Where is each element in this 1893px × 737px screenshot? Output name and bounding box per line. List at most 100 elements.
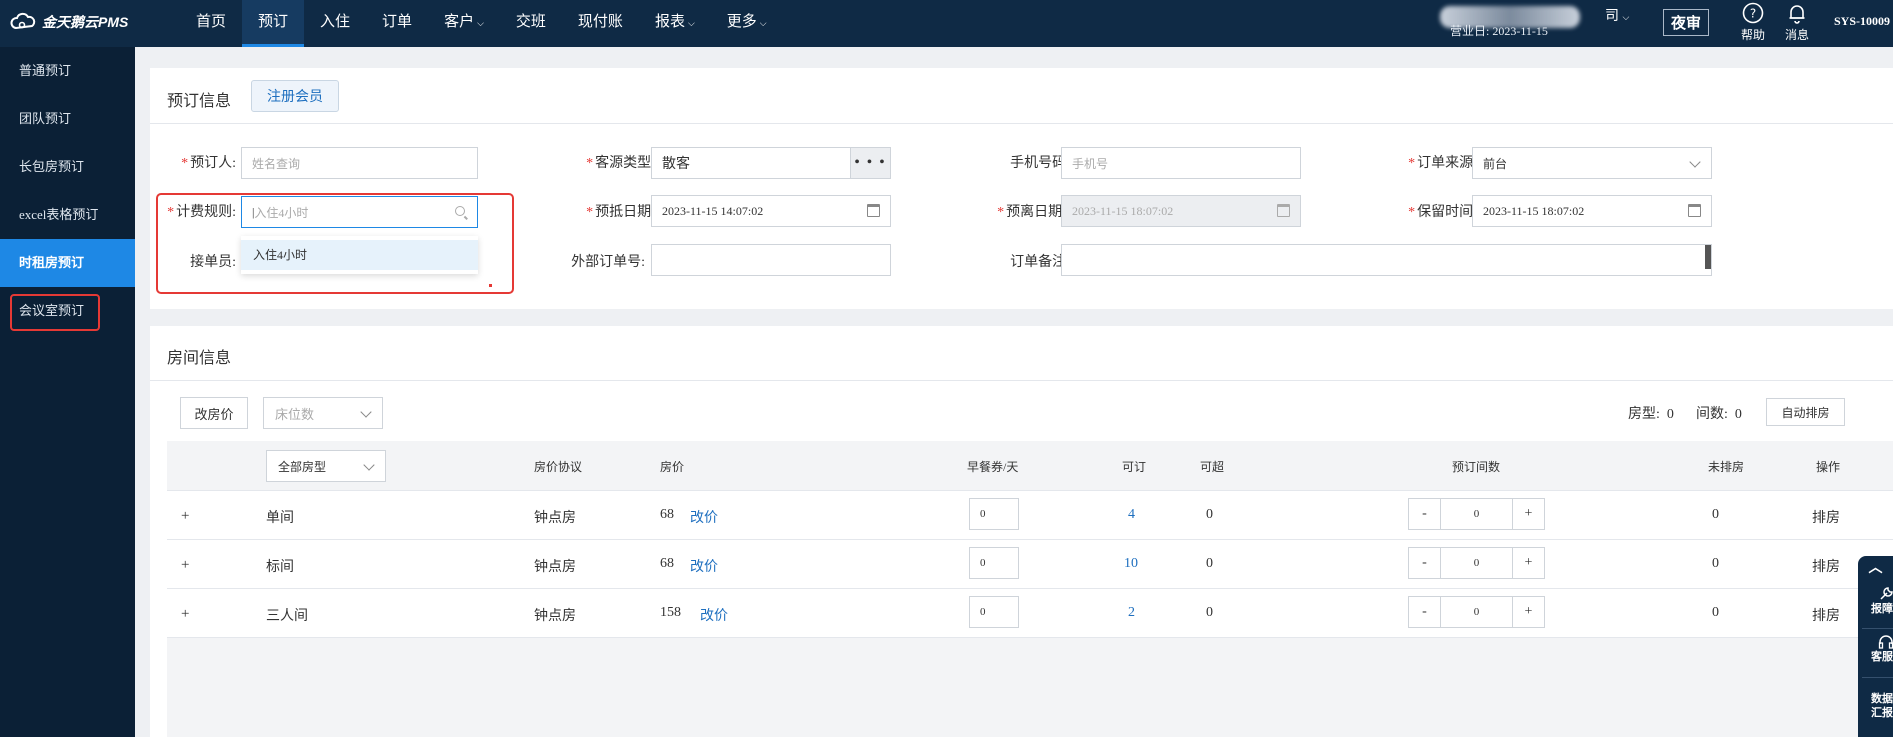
nav-label: 交班 <box>515 14 546 30</box>
nav-orders[interactable]: 订单 <box>366 0 428 47</box>
chevron-down-icon <box>360 406 372 418</box>
arrival-date-value: 2023-11-15 14:07:02 <box>662 203 764 218</box>
expand-icon[interactable]: + <box>181 607 189 622</box>
auto-assign-button[interactable]: 自动排房 <box>1766 398 1845 426</box>
nav-home[interactable]: 首页 <box>180 0 242 47</box>
book-count-value[interactable]: 0 <box>1440 597 1513 627</box>
room-type-stat-value: 0 <box>1666 407 1674 422</box>
more-dots-button[interactable]: • • • <box>850 148 890 178</box>
breakfast-input[interactable]: 0 <box>969 596 1019 628</box>
hotel-selector[interactable]: 司 ⌵ <box>1605 5 1629 25</box>
nav-reports[interactable]: 报表 ⌵ <box>639 0 711 47</box>
decrement-button[interactable]: - <box>1409 548 1440 578</box>
edit-price-link[interactable]: 改价 <box>690 556 718 576</box>
sidebar-item-excel-booking[interactable]: excel表格预订 <box>0 191 135 239</box>
breakfast-input[interactable]: 0 <box>969 498 1019 530</box>
report-issue-label: 报障 <box>1871 603 1893 615</box>
hotel-name-suffix: 司 <box>1605 9 1619 24</box>
decrement-button[interactable]: - <box>1409 597 1440 627</box>
external-order-label: 外部订单号: <box>571 255 645 270</box>
decrement-button[interactable]: - <box>1409 499 1440 529</box>
source-type-field[interactable]: 散客 • • • <box>651 147 891 179</box>
hold-time-input[interactable]: 2023-11-15 18:07:02 <box>1472 195 1712 227</box>
sidebar-item-normal-booking[interactable]: 普通预订 <box>0 47 135 95</box>
nav-booking[interactable]: 预订 <box>242 0 305 47</box>
change-room-price-button[interactable]: 改房价 <box>180 397 248 429</box>
night-audit-button[interactable]: 夜审 <box>1663 9 1709 36</box>
table-row: + 单间 钟点房 68 改价 0 4 0 - 0 + 0 排房 <box>167 491 1893 540</box>
book-count-value[interactable]: 0 <box>1440 548 1513 578</box>
book-count-value[interactable]: 0 <box>1440 499 1513 529</box>
arrival-date-input[interactable]: 2023-11-15 14:07:02 <box>651 195 891 227</box>
departure-date-input[interactable]: 2023-11-15 18:07:02 <box>1061 195 1301 227</box>
data-report-button[interactable]: 数据 汇报 <box>1858 692 1893 720</box>
phone-placeholder: 手机号 <box>1072 156 1109 171</box>
overbook-count: 0 <box>1206 507 1213 522</box>
room-type-stat-label: 房型: <box>1628 407 1660 422</box>
top-bar: 金天鹅云PMS 首页 预订 入住 订单 客户 ⌵ 交班 现付账 报表 ⌵ 更多 ⌵ 司… <box>0 0 1893 47</box>
external-order-input[interactable] <box>651 244 891 276</box>
source-type-label: * 客源类型: <box>586 156 655 171</box>
messages-button[interactable]: 消息 <box>1779 2 1815 43</box>
calendar-icon <box>1277 204 1290 217</box>
breakfast-input[interactable]: 0 <box>969 547 1019 579</box>
help-label: 帮助 <box>1740 28 1765 42</box>
main-nav: 首页 预订 入住 订单 客户 ⌵ 交班 现付账 报表 ⌵ 更多 ⌵ <box>180 0 783 47</box>
assign-room-action[interactable]: 排房 <box>1812 605 1840 625</box>
calendar-icon <box>1688 204 1701 217</box>
increment-button[interactable]: + <box>1513 499 1544 529</box>
edit-price-link[interactable]: 改价 <box>700 605 728 625</box>
sidebar-item-long-stay-booking[interactable]: 长包房预订 <box>0 143 135 191</box>
phone-label: 手机号码: <box>1010 156 1070 171</box>
register-member-button[interactable]: 注册会员 <box>251 80 339 112</box>
chevron-down-icon: ⌵ <box>759 18 767 28</box>
room-price: 68 <box>660 507 674 522</box>
remark-textarea[interactable] <box>1061 244 1712 276</box>
room-type-stat: 房型: 0 <box>1628 403 1674 423</box>
bed-count-placeholder: 床位数 <box>275 406 315 422</box>
order-source-value: 前台 <box>1483 156 1508 171</box>
app-logo[interactable]: 金天鹅云PMS <box>10 12 128 32</box>
source-type-value: 散客 <box>662 157 690 172</box>
assign-room-action[interactable]: 排房 <box>1812 556 1840 576</box>
divider <box>1862 677 1893 678</box>
collapse-up-icon[interactable]: ︿ <box>1858 562 1893 576</box>
nav-checkin[interactable]: 入住 <box>304 0 366 47</box>
booker-label: * 预订人: <box>181 156 236 171</box>
customer-service-button[interactable]: 客服 <box>1858 634 1893 664</box>
nav-shift[interactable]: 交班 <box>500 0 562 47</box>
assign-room-action[interactable]: 排房 <box>1812 507 1840 527</box>
room-type-name: 单间 <box>266 511 294 526</box>
expand-icon[interactable]: + <box>181 558 189 573</box>
col-overbook: 可超 <box>1200 460 1225 474</box>
room-type-filter[interactable]: 全部房型 <box>266 450 386 482</box>
room-type-name: 三人间 <box>266 609 308 624</box>
edit-price-link[interactable]: 改价 <box>690 507 718 527</box>
divider <box>150 380 1893 381</box>
departure-date-label: * 预离日期: <box>997 205 1066 220</box>
booker-input[interactable]: 姓名查询 <box>241 147 478 179</box>
help-button[interactable]: ? 帮助 <box>1735 2 1771 43</box>
room-price: 68 <box>660 556 674 571</box>
expand-icon[interactable]: + <box>181 509 189 524</box>
available-count-link[interactable]: 10 <box>1124 556 1138 572</box>
messages-label: 消息 <box>1784 28 1809 42</box>
bed-count-select[interactable]: 床位数 <box>263 397 383 429</box>
col-unassigned: 未排房 <box>1708 460 1745 474</box>
scrollbar[interactable] <box>1705 245 1711 269</box>
sidebar-item-hourly-booking[interactable]: 时租房预订 <box>0 239 135 287</box>
sidebar-item-group-booking[interactable]: 团队预订 <box>0 95 135 143</box>
increment-button[interactable]: + <box>1513 548 1544 578</box>
available-count-link[interactable]: 2 <box>1128 605 1135 621</box>
increment-button[interactable]: + <box>1513 597 1544 627</box>
report-issue-button[interactable]: 报障 <box>1858 586 1893 616</box>
phone-input[interactable]: 手机号 <box>1061 147 1301 179</box>
available-count-link[interactable]: 4 <box>1128 507 1135 523</box>
order-source-select[interactable]: 前台 <box>1472 147 1712 179</box>
nav-customers[interactable]: 客户 ⌵ <box>428 0 500 47</box>
help-icon: ? <box>1742 2 1764 24</box>
nav-more[interactable]: 更多 ⌵ <box>711 0 783 47</box>
svg-text:?: ? <box>1750 7 1756 21</box>
room-count-stat-label: 间数: <box>1696 407 1728 422</box>
nav-cash-account[interactable]: 现付账 <box>562 0 639 47</box>
